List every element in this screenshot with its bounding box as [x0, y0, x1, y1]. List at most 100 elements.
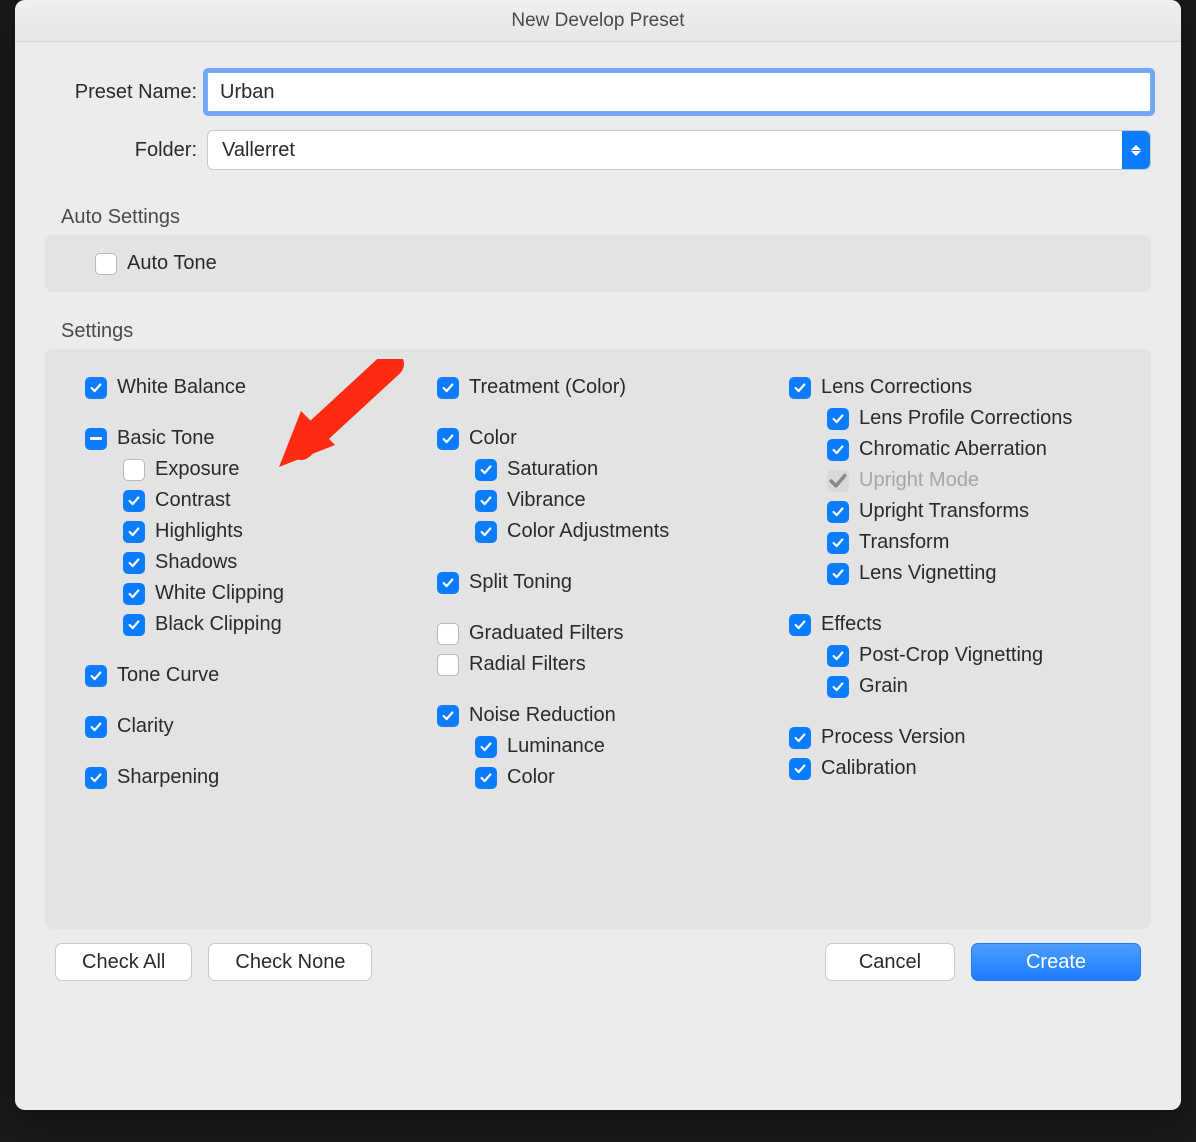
post-crop-checkbox[interactable]	[827, 645, 849, 667]
lens-profile-label: Lens Profile Corrections	[859, 407, 1072, 430]
treatment-checkbox[interactable]	[437, 377, 459, 399]
settings-section: Settings White Balance Basic Tone	[45, 314, 1151, 929]
highlights-row: Highlights	[85, 517, 417, 546]
lens-profile-checkbox[interactable]	[827, 408, 849, 430]
post-crop-label: Post-Crop Vignetting	[859, 644, 1043, 667]
folder-selected-value: Vallerret	[222, 139, 295, 162]
preset-name-label: Preset Name:	[45, 81, 207, 104]
luminance-checkbox[interactable]	[475, 736, 497, 758]
tone-curve-checkbox[interactable]	[85, 665, 107, 687]
settings-col-1: White Balance Basic Tone Exposure Contra…	[85, 373, 417, 899]
contrast-checkbox[interactable]	[123, 490, 145, 512]
sharpening-row: Sharpening	[85, 763, 417, 792]
calibration-checkbox[interactable]	[789, 758, 811, 780]
button-bar: Check All Check None Cancel Create	[45, 929, 1151, 1005]
color-checkbox[interactable]	[437, 428, 459, 450]
auto-settings-panel: Auto Tone	[45, 235, 1151, 292]
folder-select[interactable]: Vallerret	[207, 130, 1151, 170]
noise-reduction-checkbox[interactable]	[437, 705, 459, 727]
saturation-checkbox[interactable]	[475, 459, 497, 481]
noise-reduction-label: Noise Reduction	[469, 704, 616, 727]
chromatic-checkbox[interactable]	[827, 439, 849, 461]
calibration-label: Calibration	[821, 757, 917, 780]
settings-label: Settings	[61, 320, 1151, 343]
window-title: New Develop Preset	[511, 10, 684, 32]
auto-tone-label: Auto Tone	[127, 252, 217, 275]
black-clipping-row: Black Clipping	[85, 610, 417, 639]
highlights-checkbox[interactable]	[123, 521, 145, 543]
color-adjustments-checkbox[interactable]	[475, 521, 497, 543]
split-toning-row: Split Toning	[437, 568, 769, 597]
black-clipping-label: Black Clipping	[155, 613, 282, 636]
sharpening-checkbox[interactable]	[85, 767, 107, 789]
upright-transforms-checkbox[interactable]	[827, 501, 849, 523]
radial-filters-label: Radial Filters	[469, 653, 586, 676]
folder-label: Folder:	[45, 139, 207, 162]
white-balance-checkbox[interactable]	[85, 377, 107, 399]
black-clipping-checkbox[interactable]	[123, 614, 145, 636]
lens-corrections-row: Lens Corrections	[789, 373, 1121, 402]
treatment-label: Treatment (Color)	[469, 376, 626, 399]
transform-checkbox[interactable]	[827, 532, 849, 554]
vibrance-checkbox[interactable]	[475, 490, 497, 512]
check-none-button[interactable]: Check None	[208, 943, 372, 981]
settings-col-2: Treatment (Color) Color Saturation Vibra…	[437, 373, 769, 899]
auto-tone-row: Auto Tone	[95, 249, 1131, 278]
upright-transforms-label: Upright Transforms	[859, 500, 1029, 523]
create-button[interactable]: Create	[971, 943, 1141, 981]
white-clipping-checkbox[interactable]	[123, 583, 145, 605]
clarity-checkbox[interactable]	[85, 716, 107, 738]
color-label: Color	[469, 427, 517, 450]
post-crop-row: Post-Crop Vignetting	[789, 641, 1121, 670]
tone-curve-row: Tone Curve	[85, 661, 417, 690]
split-toning-checkbox[interactable]	[437, 572, 459, 594]
exposure-checkbox[interactable]	[123, 459, 145, 481]
select-arrows-icon	[1122, 131, 1150, 169]
process-version-checkbox[interactable]	[789, 727, 811, 749]
basic-tone-checkbox[interactable]	[85, 428, 107, 450]
shadows-label: Shadows	[155, 551, 237, 574]
noise-reduction-row: Noise Reduction	[437, 701, 769, 730]
settings-col-3: Lens Corrections Lens Profile Correction…	[789, 373, 1121, 899]
vibrance-label: Vibrance	[507, 489, 586, 512]
shadows-row: Shadows	[85, 548, 417, 577]
graduated-filters-row: Graduated Filters	[437, 619, 769, 648]
radial-filters-checkbox[interactable]	[437, 654, 459, 676]
split-toning-label: Split Toning	[469, 571, 572, 594]
lens-corrections-checkbox[interactable]	[789, 377, 811, 399]
auto-tone-checkbox[interactable]	[95, 253, 117, 275]
graduated-filters-checkbox[interactable]	[437, 623, 459, 645]
lens-vignetting-label: Lens Vignetting	[859, 562, 997, 585]
radial-filters-row: Radial Filters	[437, 650, 769, 679]
clarity-label: Clarity	[117, 715, 174, 738]
grain-checkbox[interactable]	[827, 676, 849, 698]
transform-label: Transform	[859, 531, 949, 554]
preset-name-row: Preset Name:	[45, 72, 1151, 112]
nr-color-checkbox[interactable]	[475, 767, 497, 789]
dialog-window: New Develop Preset Preset Name: Folder: …	[15, 0, 1181, 1110]
lens-vignetting-checkbox[interactable]	[827, 563, 849, 585]
tone-curve-label: Tone Curve	[117, 664, 219, 687]
color-adjustments-label: Color Adjustments	[507, 520, 669, 543]
basic-tone-label: Basic Tone	[117, 427, 214, 450]
saturation-label: Saturation	[507, 458, 598, 481]
upright-transforms-row: Upright Transforms	[789, 497, 1121, 526]
upright-mode-label: Upright Mode	[859, 469, 979, 492]
white-clipping-row: White Clipping	[85, 579, 417, 608]
lens-vignetting-row: Lens Vignetting	[789, 559, 1121, 588]
shadows-checkbox[interactable]	[123, 552, 145, 574]
effects-checkbox[interactable]	[789, 614, 811, 636]
contrast-row: Contrast	[85, 486, 417, 515]
check-all-button[interactable]: Check All	[55, 943, 192, 981]
titlebar: New Develop Preset	[15, 0, 1181, 42]
nr-color-label: Color	[507, 766, 555, 789]
lens-profile-row: Lens Profile Corrections	[789, 404, 1121, 433]
effects-label: Effects	[821, 613, 882, 636]
effects-row: Effects	[789, 610, 1121, 639]
exposure-row: Exposure	[85, 455, 417, 484]
treatment-row: Treatment (Color)	[437, 373, 769, 402]
preset-name-input[interactable]	[207, 72, 1151, 112]
chromatic-label: Chromatic Aberration	[859, 438, 1047, 461]
auto-settings-label: Auto Settings	[61, 206, 1151, 229]
cancel-button[interactable]: Cancel	[825, 943, 955, 981]
